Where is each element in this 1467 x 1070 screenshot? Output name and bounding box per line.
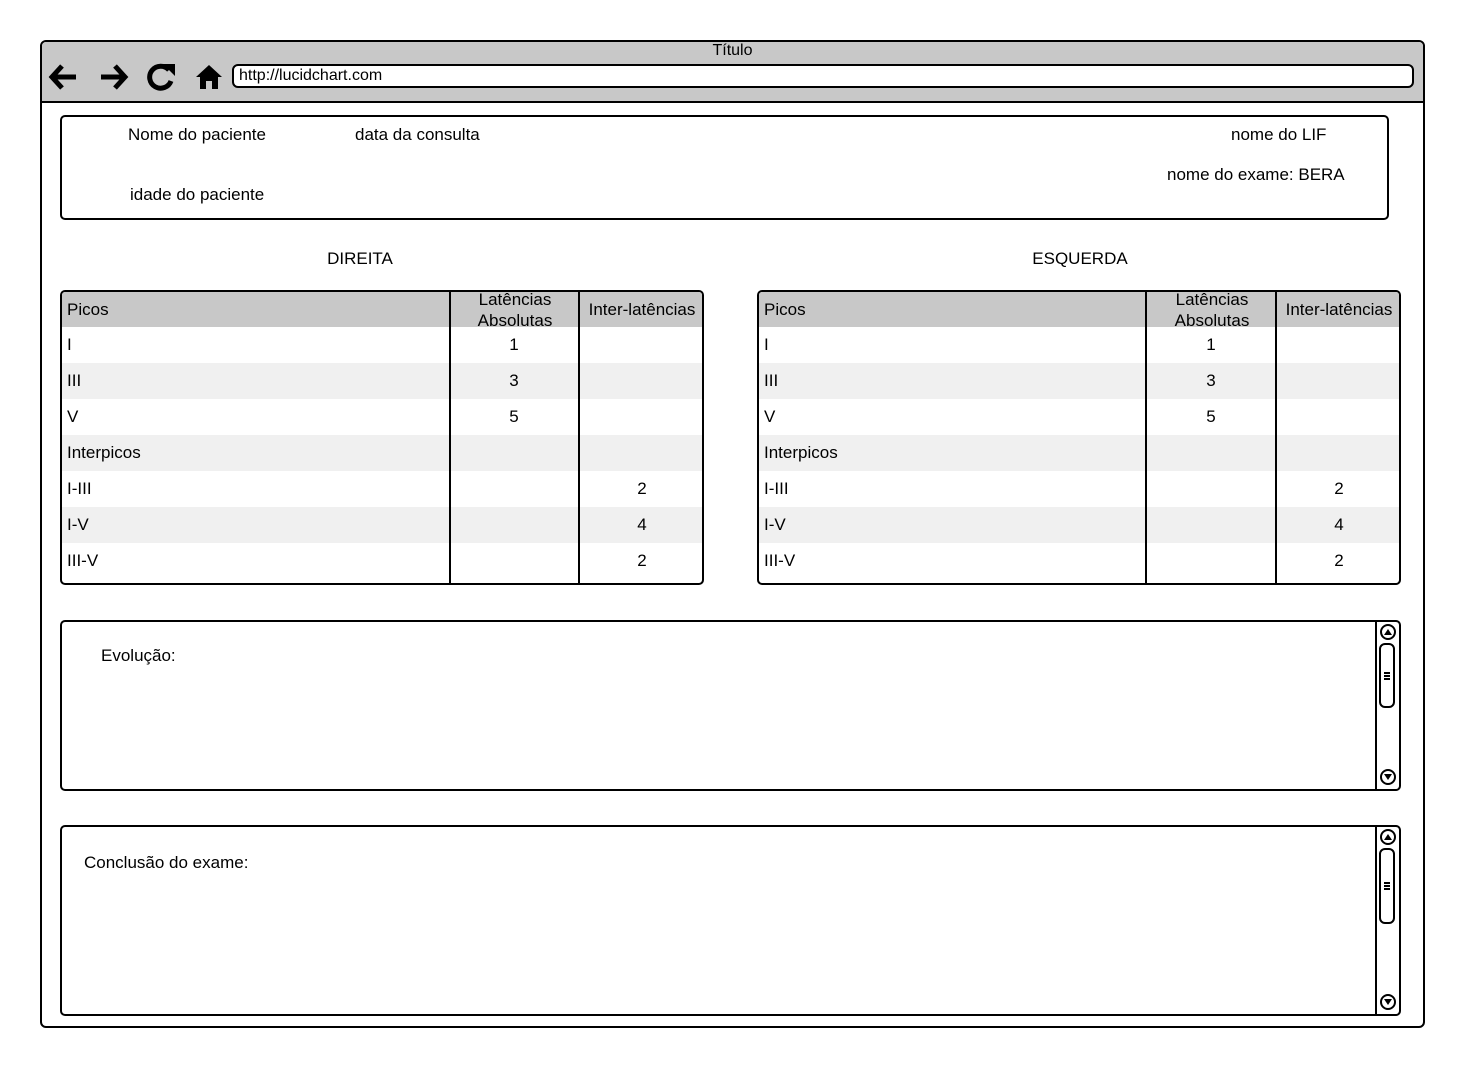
cell-absolute-latency: 1 bbox=[509, 335, 519, 354]
col-header-absolute-latencies: Latências Absolutas bbox=[477, 290, 553, 330]
cell-absolute-latency bbox=[1147, 543, 1275, 579]
cell-pico: III-V bbox=[764, 551, 796, 570]
conclusion-textarea[interactable]: Conclusão do exame: bbox=[60, 825, 1401, 1016]
lif-name-label: nome do LIF bbox=[1231, 125, 1327, 144]
table-row: V5 bbox=[62, 399, 702, 435]
cell-pico: Interpicos bbox=[67, 443, 141, 462]
cell-absolute-latency bbox=[450, 543, 578, 579]
cell-absolute-latency bbox=[450, 435, 578, 471]
url-input[interactable]: http://lucidchart.com bbox=[232, 64, 1414, 88]
cell-inter-latency: 2 bbox=[1334, 479, 1344, 498]
col-header-inter-latencies: Inter-latências bbox=[588, 299, 696, 319]
cell-absolute-latency: 5 bbox=[1206, 407, 1216, 426]
grip-icon bbox=[1384, 671, 1390, 680]
col-header-absolute-latencies: Latências Absolutas bbox=[1174, 290, 1250, 330]
cell-absolute-latency: 3 bbox=[509, 371, 519, 390]
cell-inter-latency bbox=[1277, 435, 1399, 471]
right-side-title: DIREITA bbox=[327, 249, 393, 268]
cell-absolute-latency: 3 bbox=[1206, 371, 1216, 390]
left-ear-table: Picos Latências Absolutas Inter-latência… bbox=[757, 290, 1401, 585]
cell-inter-latency: 4 bbox=[1334, 515, 1344, 534]
table-row: I-III 2 bbox=[62, 471, 702, 507]
scroll-up-icon[interactable] bbox=[1380, 624, 1396, 640]
table-row: I1 bbox=[759, 327, 1399, 363]
cell-pico: I-III bbox=[67, 479, 92, 498]
table-row: I-III 2 bbox=[759, 471, 1399, 507]
left-side-title: ESQUERDA bbox=[1032, 249, 1128, 268]
scroll-up-icon[interactable] bbox=[1380, 829, 1396, 845]
grip-icon bbox=[1384, 882, 1390, 890]
evolution-label: Evolução: bbox=[101, 646, 176, 665]
cell-inter-latency bbox=[1277, 327, 1399, 363]
cell-inter-latency: 2 bbox=[637, 479, 647, 498]
col-header-picos: Picos bbox=[764, 299, 806, 319]
cell-absolute-latency bbox=[1147, 507, 1275, 543]
table-row: V5 bbox=[759, 399, 1399, 435]
column-divider bbox=[1145, 292, 1147, 583]
cell-inter-latency bbox=[1277, 399, 1399, 435]
cell-absolute-latency bbox=[1147, 471, 1275, 507]
col-header-picos: Picos bbox=[67, 299, 109, 319]
cell-absolute-latency bbox=[450, 471, 578, 507]
cell-pico: I-V bbox=[67, 515, 89, 534]
cell-pico: I bbox=[67, 335, 72, 354]
patient-header: Nome do paciente data da consulta idade … bbox=[60, 115, 1389, 220]
cell-pico: I bbox=[764, 335, 769, 354]
cell-pico: III-V bbox=[67, 551, 99, 570]
consult-date-label: data da consulta bbox=[355, 125, 480, 144]
column-divider bbox=[449, 292, 451, 583]
column-divider bbox=[1275, 292, 1277, 583]
evolution-scrollbar[interactable] bbox=[1375, 622, 1399, 789]
table-row: I1 bbox=[62, 327, 702, 363]
forward-arrow-icon[interactable] bbox=[97, 61, 131, 93]
cell-inter-latency bbox=[580, 399, 702, 435]
table-row: III-V 2 bbox=[759, 543, 1399, 579]
cell-absolute-latency: 1 bbox=[1206, 335, 1216, 354]
reload-icon[interactable] bbox=[144, 61, 178, 93]
table-row: III-V 2 bbox=[62, 543, 702, 579]
conclusion-label: Conclusão do exame: bbox=[84, 853, 249, 872]
table-row: Interpicos bbox=[62, 435, 702, 471]
back-arrow-icon[interactable] bbox=[46, 61, 80, 93]
column-divider bbox=[578, 292, 580, 583]
cell-absolute-latency bbox=[450, 507, 578, 543]
conclusion-scrollbar[interactable] bbox=[1375, 827, 1399, 1014]
cell-inter-latency bbox=[580, 435, 702, 471]
browser-toolbar: Título http://lucidchart.com bbox=[42, 42, 1423, 103]
patient-name-label: Nome do paciente bbox=[128, 125, 266, 144]
cell-inter-latency: 2 bbox=[637, 551, 647, 570]
window-title: Título bbox=[712, 42, 753, 59]
cell-pico: I-III bbox=[764, 479, 789, 498]
table-header: Picos Latências Absolutas Inter-latência… bbox=[759, 290, 1399, 330]
cell-pico: Interpicos bbox=[764, 443, 838, 462]
cell-inter-latency bbox=[580, 363, 702, 399]
scroll-down-icon[interactable] bbox=[1380, 994, 1396, 1010]
exam-name-label: nome do exame: BERA bbox=[1167, 165, 1345, 184]
cell-pico: V bbox=[764, 407, 776, 426]
cell-pico: III bbox=[67, 371, 82, 390]
patient-age-label: idade do paciente bbox=[130, 185, 265, 204]
col-header-inter-latencies: Inter-latências bbox=[1285, 299, 1393, 319]
cell-pico: III bbox=[764, 371, 779, 390]
table-row: I-V 4 bbox=[62, 507, 702, 543]
cell-pico: V bbox=[67, 407, 79, 426]
scroll-thumb[interactable] bbox=[1379, 848, 1395, 924]
home-icon[interactable] bbox=[192, 61, 226, 93]
table-row: Interpicos bbox=[759, 435, 1399, 471]
right-ear-table: Picos Latências Absolutas Inter-latência… bbox=[60, 290, 704, 585]
cell-pico: I-V bbox=[764, 515, 786, 534]
cell-absolute-latency: 5 bbox=[509, 407, 519, 426]
table-row: III 3 bbox=[62, 363, 702, 399]
scroll-thumb[interactable] bbox=[1379, 643, 1395, 708]
cell-inter-latency: 2 bbox=[1334, 551, 1344, 570]
cell-inter-latency: 4 bbox=[637, 515, 647, 534]
cell-inter-latency bbox=[1277, 363, 1399, 399]
evolution-textarea[interactable]: Evolução: bbox=[60, 620, 1401, 791]
cell-absolute-latency bbox=[1147, 435, 1275, 471]
table-header: Picos Latências Absolutas Inter-latência… bbox=[62, 290, 702, 330]
table-row: III 3 bbox=[759, 363, 1399, 399]
scroll-down-icon[interactable] bbox=[1380, 769, 1396, 785]
table-row: I-V 4 bbox=[759, 507, 1399, 543]
cell-inter-latency bbox=[580, 327, 702, 363]
